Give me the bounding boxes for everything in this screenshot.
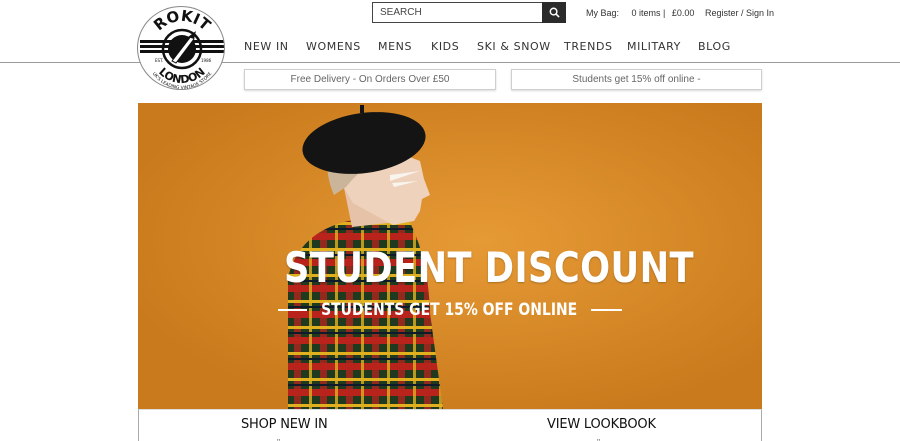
nav-mens[interactable]: MENS [378,40,431,53]
nav-blog[interactable]: BLOG [698,40,731,53]
bag-label: My Bag: [586,8,620,18]
search-button[interactable] [542,2,566,23]
view-lookbook-link[interactable]: VIEW LOOKBOOK [547,417,656,432]
nav-new-in[interactable]: NEW IN [244,40,306,53]
nav-ski-snow[interactable]: SKI & SNOW [477,40,564,53]
promo-student-discount[interactable]: Students get 15% off online - [511,69,762,90]
nav-trends[interactable]: TRENDS [564,40,627,53]
logo-est: EST. [155,58,163,63]
hero-title: STUDENT DISCOUNT [284,243,695,292]
bag-items-count: 0 items | [631,8,666,18]
header-divider [0,62,900,63]
register-signin-link[interactable]: Register / Sign In [705,8,774,18]
bag-total: £0.00 [671,8,695,18]
bag-summary[interactable]: My Bag: 0 items | £0.00 [586,8,698,18]
nav-military[interactable]: MILITARY [627,40,698,53]
main-nav: NEW IN WOMENS MENS KIDS SKI & SNOW TREND… [244,40,731,53]
shop-new-in-link[interactable]: SHOP NEW IN [241,417,328,432]
search-input[interactable] [372,2,542,23]
search-bar [372,2,566,23]
page: ROKIT LONDON UK'S LEADING VINTAGE STORE … [0,0,900,441]
hero-subtitle-rule-right [590,309,622,311]
hero-banner[interactable]: STUDENT DISCOUNT STUDENTS GET 15% OFF ON… [138,103,762,409]
logo-year: 1986 [201,58,212,63]
rokit-logo[interactable]: ROKIT LONDON UK'S LEADING VINTAGE STORE … [137,6,225,90]
nav-womens[interactable]: WOMENS [306,40,378,53]
search-icon [549,7,560,18]
logo-emblem: ROKIT LONDON UK'S LEADING VINTAGE STORE … [140,7,224,89]
hero-subtitle-rule-left [278,309,307,311]
cta-row: SHOP NEW IN '' VIEW LOOKBOOK '' [138,409,762,441]
hero-subtitle: STUDENTS GET 15% OFF ONLINE [320,300,577,320]
nav-kids[interactable]: KIDS [431,40,477,53]
promo-free-delivery[interactable]: Free Delivery - On Orders Over £50 [244,69,496,90]
hero-subtitle-row: STUDENTS GET 15% OFF ONLINE [278,299,622,321]
